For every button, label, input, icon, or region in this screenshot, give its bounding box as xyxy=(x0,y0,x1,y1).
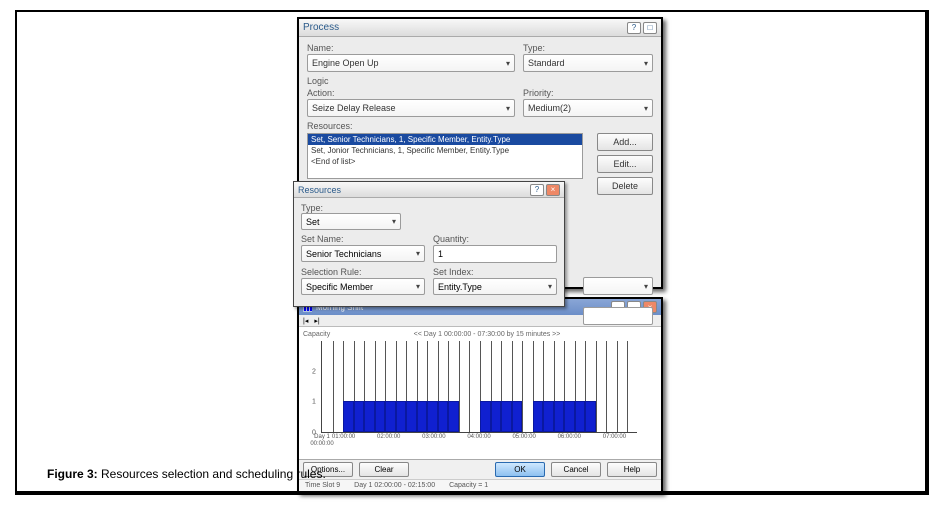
schedule-cancel-button[interactable]: Cancel xyxy=(551,462,601,477)
list-item[interactable]: <End of list> xyxy=(308,156,582,167)
add-button[interactable]: Add... xyxy=(597,133,653,151)
figure-caption: Figure 3: Resources selection and schedu… xyxy=(47,467,326,481)
chart-bar[interactable] xyxy=(480,401,491,432)
res-type-label: Type: xyxy=(301,203,323,213)
list-item[interactable]: Set, Senior Technicians, 1, Specific Mem… xyxy=(308,134,582,145)
chart-bar[interactable] xyxy=(543,401,554,432)
resources-title: Resources xyxy=(298,185,341,195)
delete-button[interactable]: Delete xyxy=(597,177,653,195)
status-capacity: Capacity = 1 xyxy=(449,482,488,489)
set-index-dropdown[interactable]: Entity.Type xyxy=(433,278,557,295)
resources-listbox[interactable]: Set, Senior Technicians, 1, Specific Mem… xyxy=(307,133,583,179)
chart-subtitle: << Day 1 00:00:00 - 07:30:00 by 15 minut… xyxy=(321,331,653,341)
set-name-dropdown[interactable]: Senior Technicians xyxy=(301,245,425,262)
chart-bar[interactable] xyxy=(501,401,512,432)
selection-rule-dropdown[interactable]: Specific Member xyxy=(301,278,425,295)
chart-bar[interactable] xyxy=(417,401,428,432)
resources-titlebar: Resources ? × xyxy=(294,182,564,198)
action-dropdown[interactable]: Seize Delay Release xyxy=(307,99,515,117)
chart-xaxis-labels: 01:00:0002:00:0003:00:0004:00:0005:00:00… xyxy=(321,433,637,440)
chart-bar[interactable] xyxy=(385,401,396,432)
xtick-label: 03:00:00 xyxy=(411,434,456,440)
list-item[interactable]: Set, Jonior Technicians, 1, Specific Mem… xyxy=(308,145,582,156)
chart-plot-area[interactable]: Day 1 00:00:00 012 xyxy=(321,341,637,433)
type-dropdown[interactable]: Standard xyxy=(523,54,653,72)
xtick-label: 07:00:00 xyxy=(592,434,637,440)
chart-origin-label: Day 1 00:00:00 xyxy=(304,434,340,448)
set-name-label: Set Name: xyxy=(301,234,425,244)
chart-bar[interactable] xyxy=(427,401,438,432)
chart-bar[interactable] xyxy=(406,401,417,432)
process-dialog: Process ? □ Name: Engine Open Up Type: S… xyxy=(297,17,663,289)
chart-bar[interactable] xyxy=(564,401,575,432)
chart-bar[interactable] xyxy=(343,401,354,432)
help-icon[interactable]: ? xyxy=(627,22,641,34)
figure-content: Process ? □ Name: Engine Open Up Type: S… xyxy=(297,17,663,493)
chart-bar[interactable] xyxy=(364,401,375,432)
schedule-chart: Capacity << Day 1 00:00:00 - 07:30:00 by… xyxy=(299,327,661,459)
set-index-label: Set Index: xyxy=(433,267,557,277)
ytick-label: 2 xyxy=(312,368,316,375)
selection-rule-label: Selection Rule: xyxy=(301,267,425,277)
schedule-statusbar: Time Slot 9 Day 1 02:00:00 - 02:15:00 Ca… xyxy=(299,479,661,491)
schedule-help-button[interactable]: Help xyxy=(607,462,657,477)
schedule-bottombar: Options... Clear OK Cancel Help xyxy=(299,459,661,479)
quantity-label: Quantity: xyxy=(433,234,557,244)
schedule-ok-button[interactable]: OK xyxy=(495,462,545,477)
res-type-dropdown[interactable]: Set xyxy=(301,213,401,230)
logic-label: Logic xyxy=(307,76,653,86)
xtick-label: 06:00:00 xyxy=(547,434,592,440)
chart-bar[interactable] xyxy=(375,401,386,432)
chart-bar[interactable] xyxy=(491,401,502,432)
maximize-icon[interactable]: □ xyxy=(643,22,657,34)
schedule-clear-button[interactable]: Clear xyxy=(359,462,409,477)
ytick-label: 0 xyxy=(312,430,316,437)
resources-help-icon[interactable]: ? xyxy=(530,184,544,196)
action-label: Action: xyxy=(307,88,515,98)
process-title: Process xyxy=(303,22,339,33)
hidden-dropdown[interactable] xyxy=(583,277,653,295)
edit-button[interactable]: Edit... xyxy=(597,155,653,173)
priority-dropdown[interactable]: Medium(2) xyxy=(523,99,653,117)
name-dropdown[interactable]: Engine Open Up xyxy=(307,54,515,72)
chart-bar[interactable] xyxy=(585,401,596,432)
hidden-textbox[interactable] xyxy=(583,307,653,325)
xtick-label: 02:00:00 xyxy=(366,434,411,440)
process-titlebar: Process ? □ xyxy=(299,19,661,37)
chart-bar[interactable] xyxy=(354,401,365,432)
schedule-window: Morning Shift – □ × |◂ ▸| Capacity << Da… xyxy=(297,297,663,493)
chart-bar[interactable] xyxy=(533,401,544,432)
resources-section-label: Resources: xyxy=(307,121,653,131)
xtick-label: 04:00:00 xyxy=(456,434,501,440)
quantity-field[interactable]: 1 xyxy=(433,245,557,263)
chart-bar[interactable] xyxy=(575,401,586,432)
status-slot: Time Slot 9 xyxy=(305,482,340,489)
process-window-buttons: ? □ xyxy=(627,22,657,34)
chart-ylabel: Capacity xyxy=(303,331,330,338)
resources-close-icon[interactable]: × xyxy=(546,184,560,196)
xtick-label: 05:00:00 xyxy=(502,434,547,440)
chart-bar[interactable] xyxy=(448,401,459,432)
priority-label: Priority: xyxy=(523,88,653,98)
chart-bar[interactable] xyxy=(554,401,565,432)
figure-frame: Process ? □ Name: Engine Open Up Type: S… xyxy=(15,10,929,495)
chart-bar[interactable] xyxy=(438,401,449,432)
name-label: Name: xyxy=(307,43,515,53)
resources-dialog: Resources ? × Type: Set Set Name: Senior… xyxy=(293,181,565,307)
chart-bar[interactable] xyxy=(396,401,407,432)
chart-bar[interactable] xyxy=(512,401,523,432)
type-label: Type: xyxy=(523,43,653,53)
ytick-label: 1 xyxy=(312,399,316,406)
resources-body: Type: Set Set Name: Senior Technicians Q… xyxy=(294,198,564,306)
status-range: Day 1 02:00:00 - 02:15:00 xyxy=(354,482,435,489)
